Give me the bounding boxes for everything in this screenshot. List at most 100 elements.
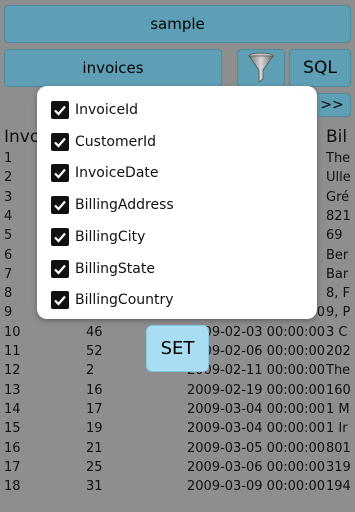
table-cell: Gré bbox=[326, 189, 350, 205]
table-cell: 2 bbox=[4, 170, 13, 186]
table-cell: 2 bbox=[86, 363, 95, 379]
grid-header-cell: Invo bbox=[4, 127, 41, 147]
table-row[interactable]: 16 21 2009-03-05 00:00:00 801 bbox=[0, 441, 355, 460]
next-label: >> bbox=[320, 97, 344, 113]
next-page-button[interactable]: >> bbox=[313, 93, 351, 117]
checkmark-icon bbox=[54, 264, 66, 275]
column-option-label: BillingCity bbox=[75, 228, 146, 245]
table-cell: 9 bbox=[4, 305, 13, 321]
column-option[interactable]: InvoiceDate bbox=[51, 161, 159, 185]
table-cell: 2009-03-04 00:00:00 bbox=[187, 421, 326, 437]
table-cell: 21 bbox=[86, 440, 103, 456]
table-cell: 31 bbox=[86, 479, 103, 495]
table-cell: 319 bbox=[326, 459, 351, 475]
table-cell: 17 bbox=[86, 401, 103, 417]
table-cell: 160 bbox=[326, 382, 351, 398]
table-cell: 2009-03-09 00:00:00 bbox=[187, 479, 326, 495]
table-cell: 4 bbox=[4, 208, 13, 224]
table-cell: 1 bbox=[4, 151, 13, 166]
table-row[interactable]: 18 31 2009-03-09 00:00:00 194 bbox=[0, 479, 355, 498]
checkbox[interactable] bbox=[51, 101, 69, 119]
table-cell: 12 bbox=[4, 363, 21, 379]
column-option-label: BillingAddress bbox=[75, 197, 174, 214]
column-option-label: InvoiceDate bbox=[75, 165, 159, 182]
table-row[interactable]: 13 16 2009-02-19 00:00:00 160 bbox=[0, 383, 355, 402]
table-selector-button[interactable]: invoices bbox=[4, 49, 222, 87]
table-label: invoices bbox=[82, 59, 144, 77]
table-cell: 16 bbox=[86, 382, 103, 398]
sql-label: SQL bbox=[303, 58, 337, 78]
column-option[interactable]: BillingAddress bbox=[51, 193, 174, 217]
table-cell: Ber bbox=[326, 247, 349, 263]
grid-header-cell: Bil bbox=[326, 127, 348, 147]
checkbox[interactable] bbox=[51, 196, 69, 215]
table-cell: 15 bbox=[4, 421, 21, 437]
table-cell: 19 bbox=[86, 421, 103, 437]
checkmark-icon bbox=[54, 200, 66, 211]
checkmark-icon bbox=[54, 105, 66, 116]
checkbox[interactable] bbox=[51, 291, 69, 310]
table-cell: 1 Ir bbox=[326, 421, 348, 437]
checkbox[interactable] bbox=[51, 132, 69, 151]
table-cell: 69 bbox=[326, 228, 343, 244]
table-cell: The bbox=[326, 363, 351, 379]
table-cell: 25 bbox=[86, 459, 103, 475]
column-option[interactable]: BillingState bbox=[51, 257, 155, 281]
table-cell: 10 bbox=[4, 324, 21, 340]
table-cell: 14 bbox=[4, 401, 21, 417]
table-cell: 801 bbox=[326, 440, 351, 456]
checkmark-icon bbox=[54, 169, 66, 180]
checkbox[interactable] bbox=[51, 227, 69, 246]
set-label: SET bbox=[160, 338, 195, 359]
column-option-label: CustomerId bbox=[75, 133, 157, 150]
table-cell: 3 C bbox=[326, 324, 348, 340]
checkbox[interactable] bbox=[51, 164, 69, 183]
database-label: sample bbox=[150, 15, 205, 33]
table-cell: 16 bbox=[4, 440, 21, 456]
table-cell: 2009-03-05 00:00:00 bbox=[187, 440, 326, 456]
table-cell: 7 bbox=[4, 266, 13, 282]
funnel-icon bbox=[248, 52, 274, 83]
table-cell: 18 bbox=[4, 479, 21, 495]
table-row[interactable]: 15 19 2009-03-04 00:00:00 1 Ir bbox=[0, 421, 355, 440]
database-selector-button[interactable]: sample bbox=[4, 5, 351, 43]
set-button[interactable]: SET bbox=[146, 325, 209, 372]
column-option-label: BillingState bbox=[75, 260, 155, 277]
checkmark-icon bbox=[54, 232, 66, 243]
table-cell: Ulle bbox=[326, 170, 351, 186]
column-option[interactable]: CustomerId bbox=[51, 130, 156, 154]
filter-button[interactable] bbox=[237, 49, 285, 87]
column-option-label: BillingCountry bbox=[75, 292, 174, 309]
checkbox[interactable] bbox=[51, 259, 69, 278]
table-cell: 194 bbox=[326, 479, 351, 495]
table-cell: 2009-02-19 00:00:00 bbox=[187, 382, 326, 398]
table-row[interactable]: 17 25 2009-03-06 00:00:00 319 bbox=[0, 460, 355, 479]
column-option[interactable]: BillingCountry bbox=[51, 288, 174, 312]
table-cell: 1 M bbox=[326, 401, 350, 417]
checkmark-icon bbox=[54, 137, 66, 148]
table-cell: 2009-03-06 00:00:00 bbox=[187, 459, 326, 475]
table-cell: 52 bbox=[86, 344, 103, 359]
table-cell: 6 bbox=[4, 247, 13, 263]
table-cell: 8, F bbox=[326, 286, 351, 302]
table-cell: 8 bbox=[4, 286, 13, 302]
table-cell: 3 bbox=[4, 189, 13, 205]
table-cell: 13 bbox=[4, 382, 21, 398]
column-option-label: InvoiceId bbox=[75, 102, 139, 118]
table-cell: 17 bbox=[4, 459, 21, 475]
table-cell: 9, P bbox=[326, 305, 351, 321]
column-chooser-dialog: InvoiceId CustomerId InvoiceDate BillingAdd… bbox=[37, 86, 317, 319]
table-cell: 821 bbox=[326, 208, 351, 224]
checkmark-icon bbox=[54, 295, 66, 306]
table-cell: 46 bbox=[86, 324, 103, 340]
table-cell: The bbox=[326, 151, 351, 166]
table-cell: 202 bbox=[326, 344, 351, 359]
column-option[interactable]: BillingCity bbox=[51, 225, 145, 249]
table-cell: 11 bbox=[4, 344, 21, 359]
table-cell: 5 bbox=[4, 228, 13, 244]
column-option[interactable]: InvoiceId bbox=[51, 98, 138, 122]
table-row[interactable]: 14 17 2009-03-04 00:00:00 1 M bbox=[0, 402, 355, 421]
table-cell: 2009-03-04 00:00:00 bbox=[187, 401, 326, 417]
table-cell: Bar bbox=[326, 266, 349, 282]
sql-button[interactable]: SQL bbox=[289, 49, 351, 87]
